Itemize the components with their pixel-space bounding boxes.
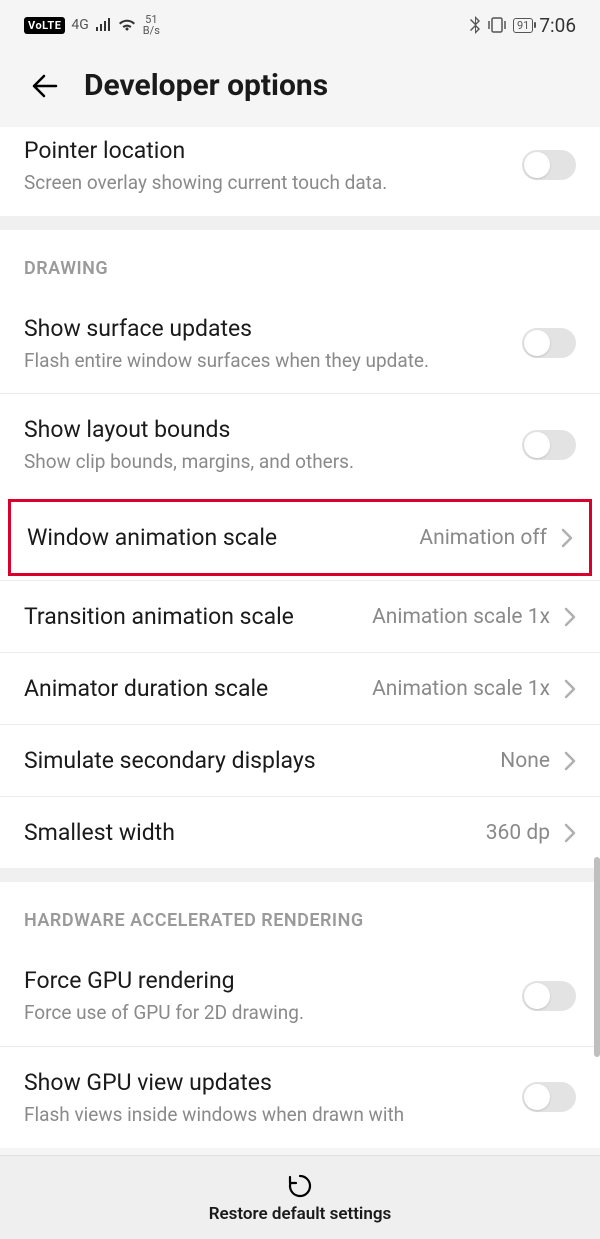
row-desc: Force use of GPU for 2D drawing.	[24, 1000, 508, 1026]
row-window-animation-scale[interactable]: Window animation scale Animation off	[8, 499, 592, 576]
section-header-hw: HARDWARE ACCELERATED RENDERING	[0, 882, 600, 945]
clock: 7:06	[539, 14, 576, 37]
row-show-layout-bounds[interactable]: Show layout bounds Show clip bounds, mar…	[0, 393, 600, 495]
row-desc: Show clip bounds, margins, and others.	[24, 449, 508, 475]
toggle-surface-updates[interactable]	[522, 328, 576, 358]
row-show-surface-updates[interactable]: Show surface updates Flash entire window…	[0, 293, 600, 394]
section-hardware-rendering: HARDWARE ACCELERATED RENDERING Force GPU…	[0, 882, 600, 1147]
back-icon[interactable]	[30, 71, 60, 101]
scrollbar[interactable]	[594, 857, 600, 1057]
section-drawing: DRAWING Show surface updates Flash entir…	[0, 230, 600, 869]
page-title: Developer options	[84, 68, 328, 103]
restore-icon[interactable]	[286, 1172, 314, 1200]
row-desc: Flash entire window surfaces when they u…	[24, 348, 508, 374]
row-show-gpu-view-updates[interactable]: Show GPU view updates Flash views inside…	[0, 1046, 600, 1148]
volte-badge: VoLTE	[24, 17, 65, 34]
wifi-icon	[117, 18, 137, 32]
row-title: Smallest width	[24, 817, 472, 848]
status-right: 91 7:06	[469, 14, 576, 37]
row-title: Show GPU view updates	[24, 1067, 508, 1098]
toggle-layout-bounds[interactable]	[522, 430, 576, 460]
status-left: VoLTE 4G 51 B/s	[24, 14, 160, 36]
row-desc: Screen overlay showing current touch dat…	[24, 170, 508, 196]
row-transition-animation-scale[interactable]: Transition animation scale Animation sca…	[0, 580, 600, 652]
signal-icon	[95, 18, 111, 32]
row-value: Animation scale 1x	[372, 677, 550, 701]
row-value: 360 dp	[486, 821, 550, 845]
restore-button[interactable]: Restore default settings	[209, 1204, 392, 1224]
section-input: Pointer location Screen overlay showing …	[0, 127, 600, 216]
bottom-bar: Restore default settings	[0, 1155, 600, 1239]
chevron-right-icon	[564, 679, 576, 699]
row-title: Force GPU rendering	[24, 965, 508, 996]
section-header-drawing: DRAWING	[0, 230, 600, 293]
chevron-right-icon	[561, 528, 573, 548]
row-force-gpu-rendering[interactable]: Force GPU rendering Force use of GPU for…	[0, 945, 600, 1046]
chevron-right-icon	[564, 607, 576, 627]
content-scroll[interactable]: Pointer location Screen overlay showing …	[0, 127, 600, 1158]
toggle-gpu-view-updates[interactable]	[522, 1082, 576, 1112]
toggle-force-gpu[interactable]	[522, 981, 576, 1011]
row-pointer-location[interactable]: Pointer location Screen overlay showing …	[0, 127, 600, 216]
row-smallest-width[interactable]: Smallest width 360 dp	[0, 796, 600, 868]
row-animator-duration-scale[interactable]: Animator duration scale Animation scale …	[0, 652, 600, 724]
row-title: Window animation scale	[27, 522, 405, 553]
network-type: 4G	[71, 17, 88, 33]
chevron-right-icon	[564, 823, 576, 843]
chevron-right-icon	[564, 751, 576, 771]
section-divider	[0, 868, 600, 882]
battery-icon: 91	[513, 18, 533, 33]
row-title: Pointer location	[24, 135, 508, 166]
status-bar: VoLTE 4G 51 B/s 91 7:06	[0, 0, 600, 50]
row-title: Show surface updates	[24, 313, 508, 344]
app-header: Developer options	[0, 50, 600, 127]
vibrate-icon	[487, 17, 507, 33]
toggle-pointer-location[interactable]	[522, 150, 576, 180]
row-title: Simulate secondary displays	[24, 745, 486, 776]
section-divider	[0, 216, 600, 230]
row-value: Animation scale 1x	[372, 605, 550, 629]
row-simulate-secondary-displays[interactable]: Simulate secondary displays None	[0, 724, 600, 796]
row-title: Show layout bounds	[24, 414, 508, 445]
row-title: Animator duration scale	[24, 673, 358, 704]
bluetooth-icon	[469, 16, 481, 34]
row-value: Animation off	[419, 526, 547, 550]
row-value: None	[500, 749, 550, 773]
row-desc: Flash views inside windows when drawn wi…	[24, 1102, 508, 1128]
speed-unit: B/s	[143, 25, 160, 36]
row-title: Transition animation scale	[24, 601, 358, 632]
data-speed: 51 B/s	[143, 14, 160, 36]
